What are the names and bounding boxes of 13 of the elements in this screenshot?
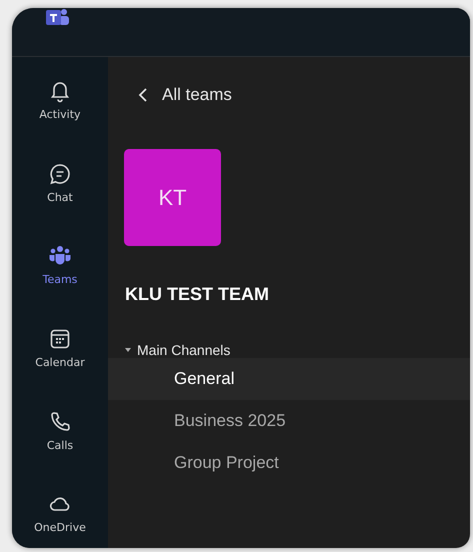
app-bar-item[interactable]: Activity <box>39 79 81 135</box>
app-bar-item[interactable]: Calls <box>46 410 74 466</box>
app-bar-item[interactable]: Chat <box>47 162 73 218</box>
app-bar-item[interactable]: Calendar <box>35 327 85 383</box>
channel-item[interactable]: Group Project <box>108 442 470 484</box>
team-avatar: KT <box>124 149 221 246</box>
app-bar-item[interactable]: OneDrive <box>34 492 86 548</box>
app-bar-item[interactable]: Teams <box>42 244 78 300</box>
channel-item[interactable]: General <box>108 358 470 400</box>
back-link[interactable]: All teams <box>138 85 232 105</box>
team-name: KLU TEST TEAM <box>125 284 269 305</box>
channel-group-header[interactable]: Main Channels <box>124 342 230 358</box>
channel-item[interactable]: Business 2025 <box>108 400 470 442</box>
